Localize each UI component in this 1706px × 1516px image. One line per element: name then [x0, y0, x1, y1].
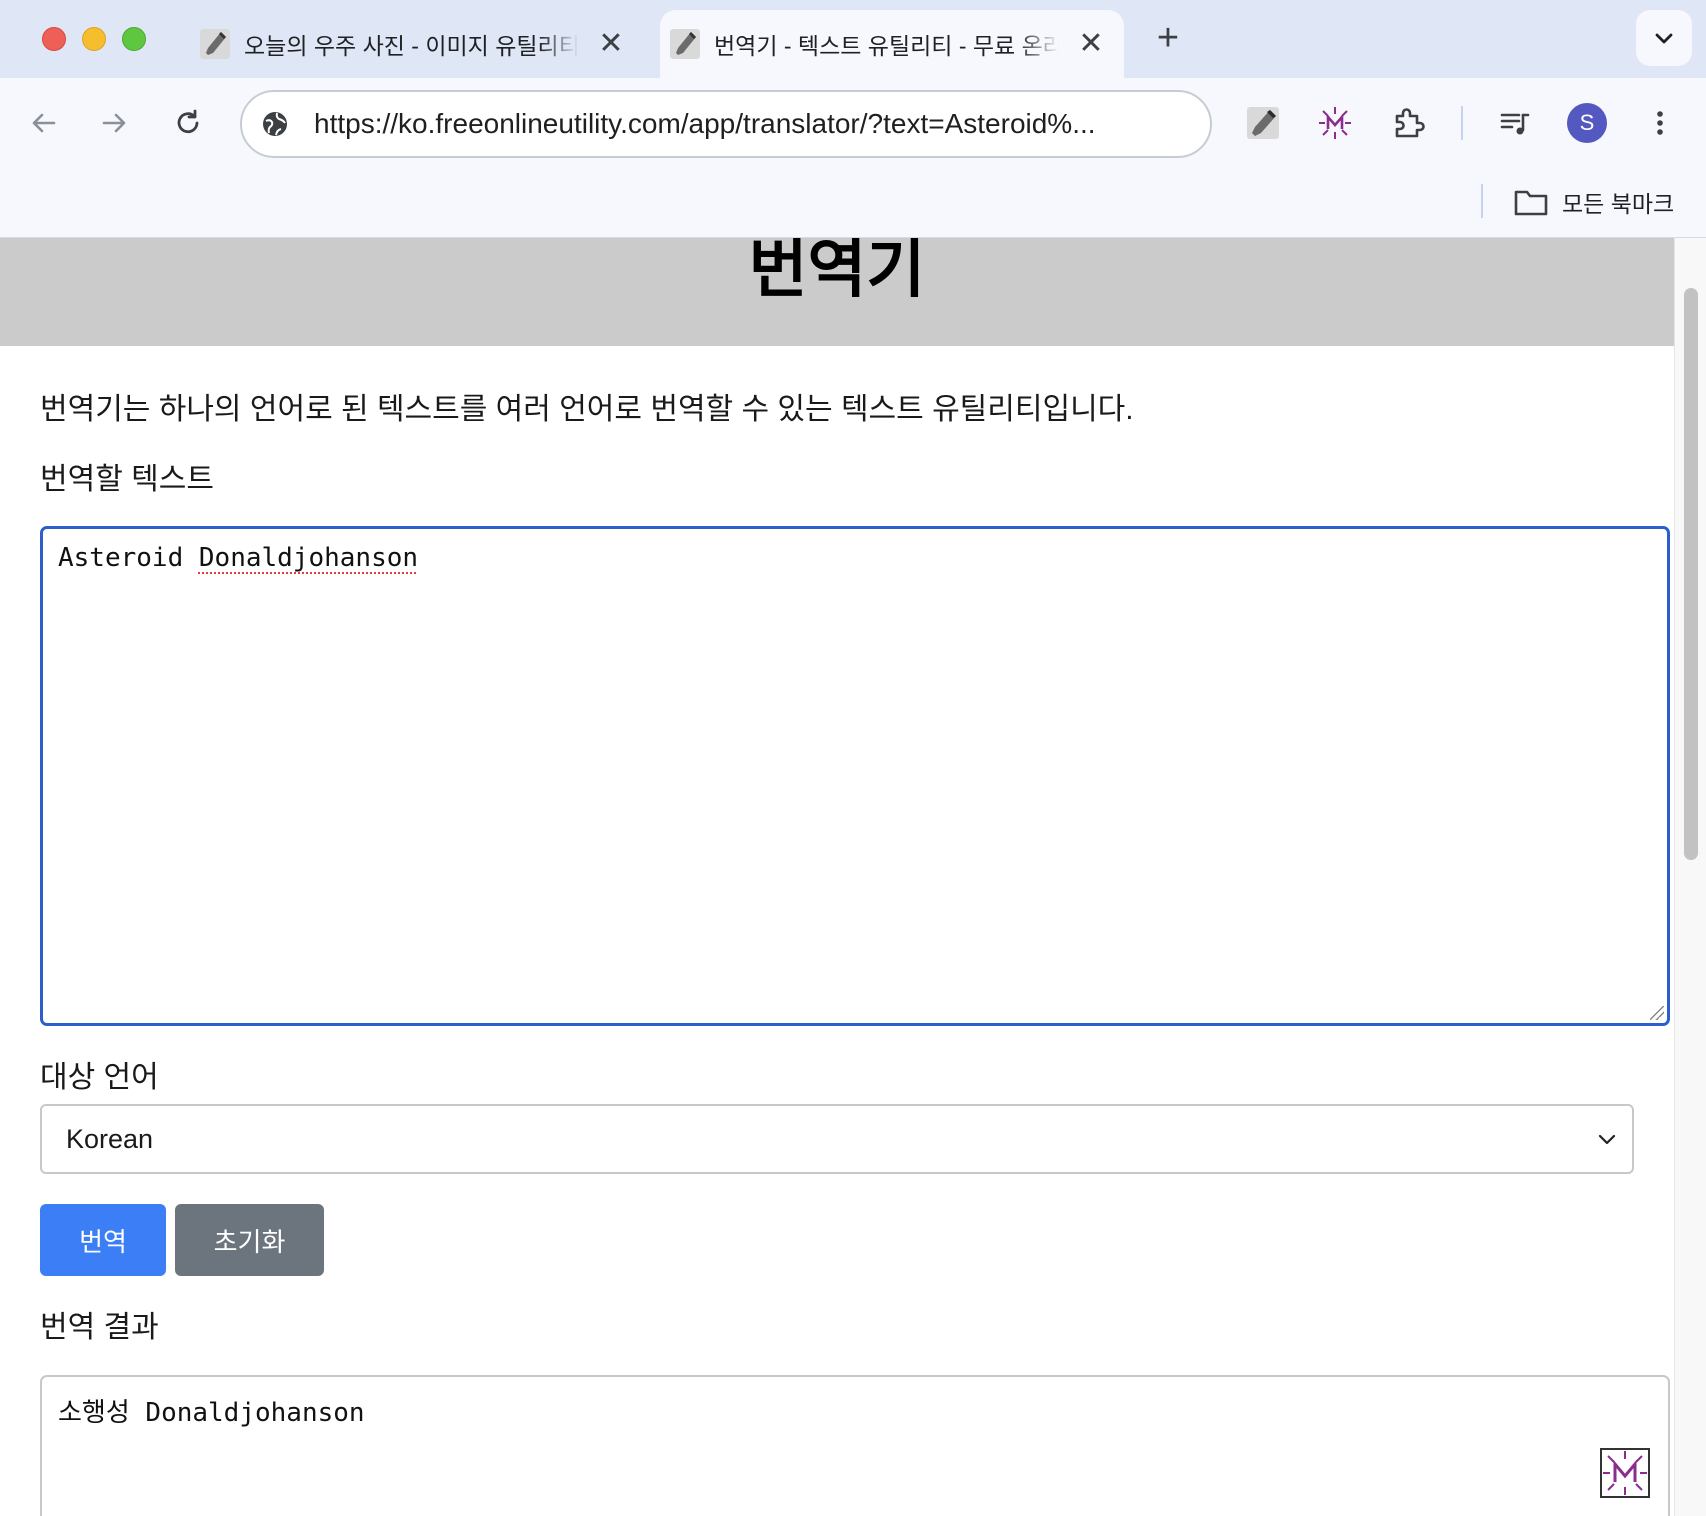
more-vert-icon [1657, 111, 1663, 135]
tab-apod[interactable]: 오늘의 우주 사진 - 이미지 유틸리티 - 무료 온라인 유틸리티 ✕ [190, 10, 640, 78]
browser-chrome: 오늘의 우주 사진 - 이미지 유틸리티 - 무료 온라인 유틸리티 ✕ 번역기… [0, 0, 1706, 238]
new-tab-button[interactable]: + [1148, 18, 1188, 58]
extension-m-button[interactable] [1312, 100, 1358, 146]
address-bar[interactable]: https://ko.freeonlineutility.com/app/tra… [240, 90, 1212, 158]
page-scrollbar[interactable] [1674, 238, 1706, 1516]
url-text: https://ko.freeonlineutility.com/app/tra… [314, 108, 1096, 139]
target-language-select[interactable]: Korean [40, 1104, 1634, 1174]
tab-translator[interactable]: 번역기 - 텍스트 유틸리티 - 무료 온라인 유틸리티 ✕ [660, 10, 1124, 78]
scrollbar-thumb[interactable] [1684, 288, 1698, 860]
m-extension-overlay-icon[interactable] [1600, 1448, 1650, 1498]
page-title: 번역기 [748, 238, 926, 305]
bookmarks-bar: 모든 북마크 [0, 168, 1706, 238]
chevron-down-icon [1598, 1134, 1616, 1145]
translate-button[interactable]: 번역 [40, 1204, 166, 1276]
profile-avatar[interactable]: S [1567, 103, 1607, 143]
toolbar-separator [1461, 106, 1463, 140]
wrench-favicon-icon [670, 29, 700, 59]
puzzle-icon [1395, 108, 1425, 138]
tab-title: 번역기 - 텍스트 유틸리티 - 무료 온라인 유틸리티 [714, 33, 1059, 59]
bookmarks-separator [1481, 184, 1483, 218]
back-button[interactable] [21, 100, 67, 146]
result-label: 번역 결과 [40, 1311, 159, 1344]
toolbar: https://ko.freeonlineutility.com/app/tra… [0, 78, 1706, 168]
source-text-input[interactable]: Asteroid Donaldjohanson [40, 526, 1670, 1026]
page-description: 번역기는 하나의 언어로 된 텍스트를 여러 언어로 번역할 수 있는 텍스트 … [40, 393, 1134, 426]
back-arrow-icon [32, 113, 56, 133]
extensions-button[interactable] [1385, 100, 1431, 146]
tab-close-icon[interactable]: ✕ [1077, 29, 1105, 59]
close-window-button[interactable] [42, 27, 66, 51]
media-queue-icon [1500, 113, 1530, 135]
m-burst-icon [1319, 107, 1351, 139]
target-language-label: 대상 언어 [40, 1061, 159, 1094]
input-text-misspelled-word: Donaldjohanson [198, 543, 419, 573]
reset-button[interactable]: 초기화 [175, 1204, 324, 1276]
folder-icon [1514, 190, 1548, 216]
minimize-window-button[interactable] [82, 27, 106, 51]
extension-wrench-button[interactable] [1240, 100, 1286, 146]
forward-button[interactable] [91, 100, 137, 146]
chevron-down-icon [1655, 33, 1673, 44]
tab-close-icon[interactable]: ✕ [597, 29, 625, 59]
site-info-icon[interactable] [260, 109, 290, 139]
maximize-window-button[interactable] [122, 27, 146, 51]
all-bookmarks-button[interactable]: 모든 북마크 [1514, 182, 1674, 222]
tab-search-button[interactable] [1636, 10, 1692, 66]
forward-arrow-icon [102, 113, 126, 133]
all-bookmarks-label: 모든 북마크 [1562, 191, 1675, 217]
tab-strip: 오늘의 우주 사진 - 이미지 유틸리티 - 무료 온라인 유틸리티 ✕ 번역기… [0, 0, 1706, 78]
input-text-word: Asteroid [58, 543, 184, 573]
translation-result-output[interactable]: 소행성 Donaldjohanson [40, 1375, 1670, 1516]
result-text: 소행성 Donaldjohanson [58, 1398, 365, 1428]
wrench-favicon-icon [200, 29, 230, 59]
resize-handle[interactable] [1650, 1006, 1664, 1020]
selected-language: Korean [66, 1123, 154, 1154]
media-controls-button[interactable] [1492, 100, 1538, 146]
more-menu-button[interactable] [1637, 100, 1683, 146]
reload-icon [177, 109, 199, 134]
page-header: 번역기 [0, 238, 1674, 346]
tab-title: 오늘의 우주 사진 - 이미지 유틸리티 - 무료 온라인 유틸리티 [244, 33, 579, 59]
wrench-icon [1247, 107, 1279, 139]
reload-button[interactable] [165, 100, 211, 146]
page-content: 번역기 번역기는 하나의 언어로 된 텍스트를 여러 언어로 번역할 수 있는 … [0, 238, 1674, 1516]
input-label: 번역할 텍스트 [40, 463, 214, 496]
